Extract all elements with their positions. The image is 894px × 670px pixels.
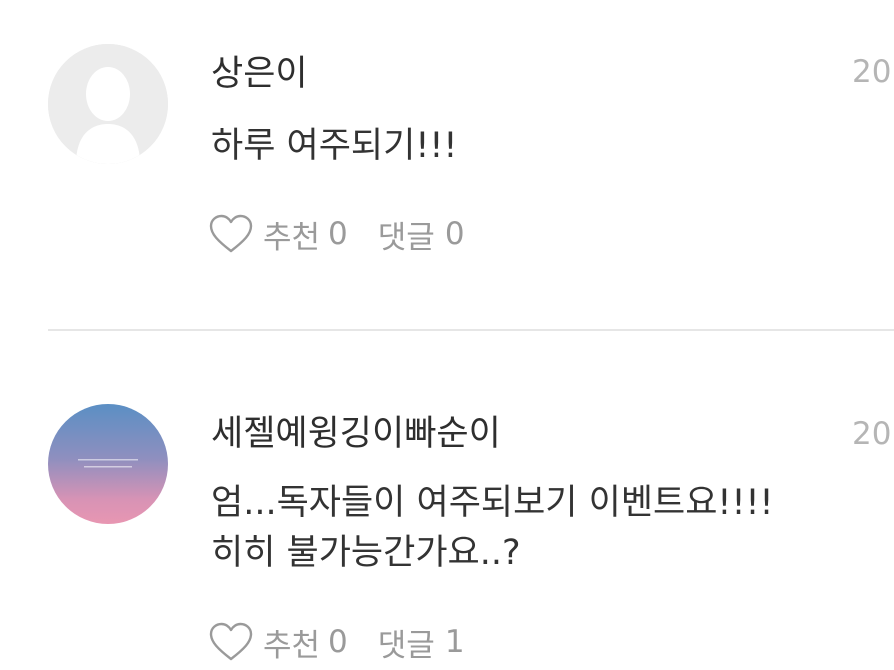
avatar[interactable] (48, 404, 168, 524)
like-count: 0 (328, 624, 348, 660)
reply-count: 1 (444, 624, 465, 660)
comment-date: 20 (852, 416, 892, 452)
comment-actions: 추천 0 댓글 1 (209, 620, 465, 664)
username[interactable]: 세젤예윙깅이빠순이 (211, 412, 501, 456)
like-button[interactable] (209, 622, 253, 662)
like-button[interactable] (209, 214, 253, 254)
comment-date: 20 (852, 54, 892, 90)
username[interactable]: 상은이 (211, 52, 308, 96)
like-count: 0 (328, 216, 348, 252)
reply-count: 0 (444, 216, 465, 252)
avatar[interactable] (48, 44, 168, 164)
heart-icon (209, 214, 253, 253)
gradient-photo (78, 459, 138, 468)
default-profile-icon (48, 44, 168, 164)
comment-item: 상은이 20 하루 여주되기!!! 추천 0 댓글 0 (0, 0, 894, 330)
comment-text: 엄...독자들이 여주되보기 이벤트요!!!! 히히 불가능간가요..? (211, 483, 774, 573)
like-label[interactable]: 추천 (263, 620, 320, 665)
comment-text: 하루 여주되기!!! (211, 126, 458, 166)
comment-actions: 추천 0 댓글 0 (209, 212, 465, 256)
reply-button[interactable]: 댓글 (378, 212, 435, 257)
divider (48, 329, 894, 331)
heart-icon (209, 622, 253, 661)
comment-item: 세젤예윙깅이빠순이 20 엄...독자들이 여주되보기 이벤트요!!!! 히히 … (0, 332, 894, 670)
like-label[interactable]: 추천 (263, 212, 320, 257)
reply-button[interactable]: 댓글 (378, 620, 435, 665)
